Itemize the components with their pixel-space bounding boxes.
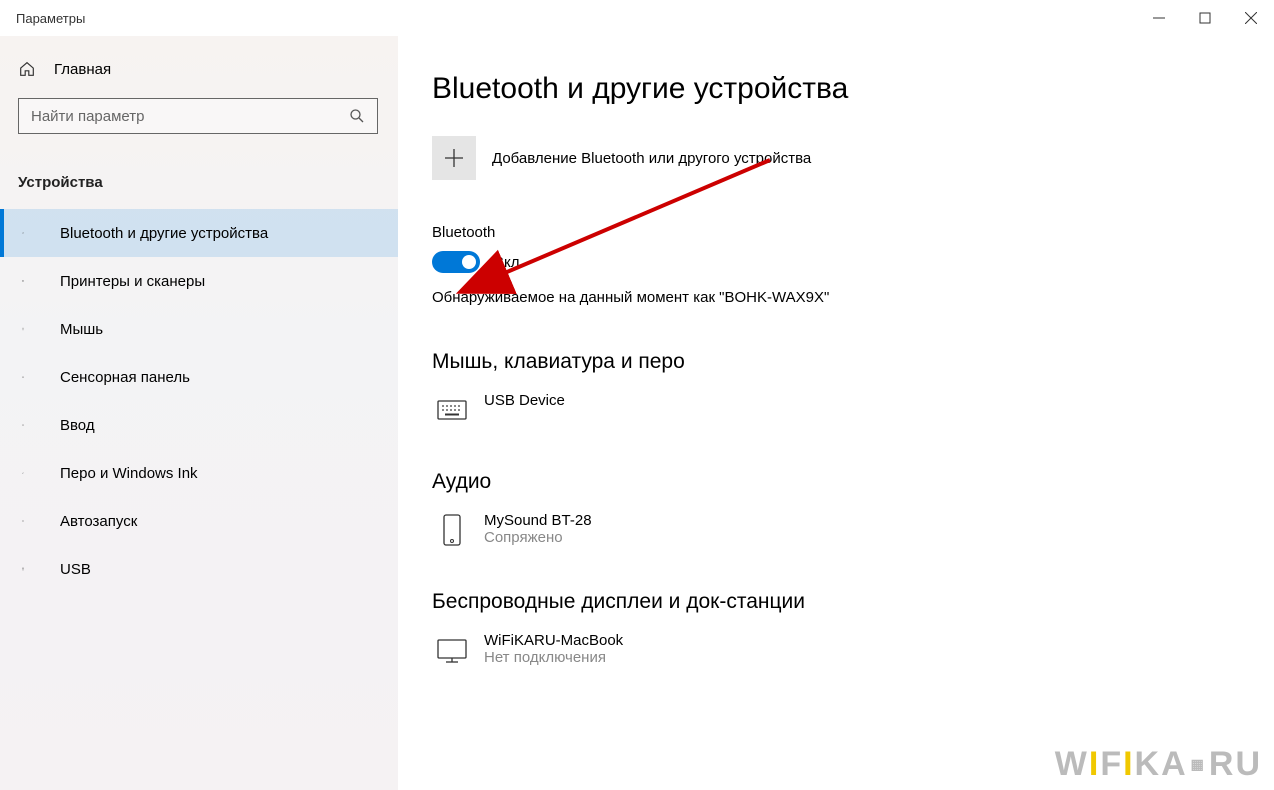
- sidebar-item-label: Перо и Windows Ink: [60, 465, 198, 482]
- home-icon: [18, 60, 36, 78]
- sidebar-item-label: Мышь: [60, 321, 103, 338]
- sidebar-item-usb[interactable]: USB: [0, 545, 398, 593]
- search-icon: [349, 108, 365, 124]
- home-label: Главная: [54, 61, 111, 78]
- section-audio: Аудио: [432, 470, 1240, 494]
- phone-icon: [432, 512, 472, 550]
- search-input-container[interactable]: [18, 98, 378, 134]
- sidebar-section-title: Устройства: [0, 152, 398, 209]
- discoverable-text: Обнаруживаемое на данный момент как "BOH…: [432, 289, 1240, 306]
- minimize-button[interactable]: [1136, 0, 1182, 36]
- sidebar-item-label: Ввод: [60, 417, 95, 434]
- pen-icon: [22, 463, 42, 483]
- maximize-button[interactable]: [1182, 0, 1228, 36]
- section-wireless-displays: Беспроводные дисплеи и док-станции: [432, 590, 1240, 614]
- sidebar-item-touchpad[interactable]: Сенсорная панель: [0, 353, 398, 401]
- sidebar-item-label: Принтеры и сканеры: [60, 273, 205, 290]
- search-input[interactable]: [31, 108, 331, 125]
- section-mouse-keyboard-pen: Мышь, клавиатура и перо: [432, 350, 1240, 374]
- sidebar: Главная Устройства Bluetooth и другие ус…: [0, 36, 398, 790]
- printer-icon: [22, 271, 42, 291]
- device-wifikaru-macbook[interactable]: WiFiKARU-MacBook Нет подключения: [432, 628, 1240, 692]
- device-name: USB Device: [484, 392, 565, 409]
- sidebar-item-label: Сенсорная панель: [60, 369, 190, 386]
- window-title: Параметры: [16, 11, 85, 26]
- device-status: Нет подключения: [484, 649, 623, 666]
- device-status: Сопряжено: [484, 529, 592, 546]
- keyboard-icon: [22, 415, 42, 435]
- monitor-icon: [432, 632, 472, 670]
- add-device-label: Добавление Bluetooth или другого устройс…: [492, 150, 811, 167]
- sidebar-item-pen[interactable]: Перо и Windows Ink: [0, 449, 398, 497]
- device-usb[interactable]: USB Device: [432, 388, 1240, 452]
- sidebar-item-mouse[interactable]: Мышь: [0, 305, 398, 353]
- autoplay-icon: [22, 511, 42, 531]
- mouse-icon: [22, 319, 42, 339]
- device-name: WiFiKARU-MacBook: [484, 632, 623, 649]
- usb-icon: [22, 559, 42, 579]
- close-button[interactable]: [1228, 0, 1274, 36]
- sidebar-item-typing[interactable]: Ввод: [0, 401, 398, 449]
- page-title: Bluetooth и другие устройства: [432, 72, 1240, 106]
- device-name: MySound BT-28: [484, 512, 592, 529]
- touchpad-icon: [22, 367, 42, 387]
- sidebar-item-bluetooth[interactable]: Bluetooth и другие устройства: [0, 209, 398, 257]
- bluetooth-toggle-text: Вкл.: [494, 254, 524, 271]
- plus-icon: [432, 136, 476, 180]
- bluetooth-label: Bluetooth: [432, 224, 1240, 241]
- device-mysound[interactable]: MySound BT-28 Сопряжено: [432, 508, 1240, 572]
- main-content: Bluetooth и другие устройства Добавление…: [398, 36, 1274, 790]
- sidebar-item-label: Bluetooth и другие устройства: [60, 225, 268, 242]
- home-nav-item[interactable]: Главная: [0, 50, 398, 88]
- sidebar-item-label: USB: [60, 561, 91, 578]
- devices-icon: [22, 223, 42, 243]
- bluetooth-toggle[interactable]: [432, 251, 480, 273]
- add-device-button[interactable]: Добавление Bluetooth или другого устройс…: [432, 136, 1240, 180]
- sidebar-item-label: Автозапуск: [60, 513, 137, 530]
- sidebar-item-printers[interactable]: Принтеры и сканеры: [0, 257, 398, 305]
- keyboard-icon: [432, 392, 472, 430]
- sidebar-item-autoplay[interactable]: Автозапуск: [0, 497, 398, 545]
- watermark: WIFIKA▦RU: [1055, 745, 1262, 784]
